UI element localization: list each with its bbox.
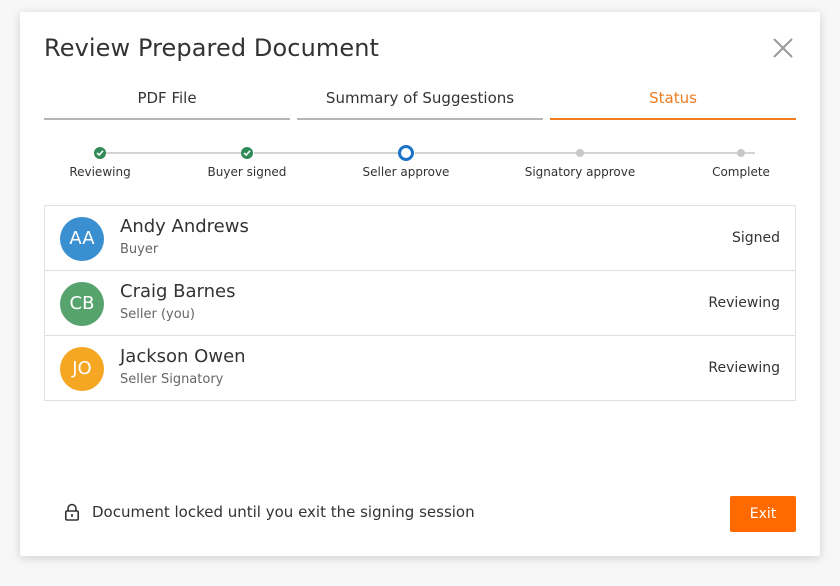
step-label: Complete <box>712 165 770 179</box>
tab-summary-of-suggestions[interactable]: Summary of Suggestions <box>297 88 543 120</box>
participant-status: Reviewing <box>708 360 780 376</box>
lock-notice: Document locked until you exit the signi… <box>92 503 475 521</box>
avatar: JO <box>60 347 104 391</box>
tab-bar: PDF File Summary of Suggestions Status <box>44 88 796 120</box>
participant-status: Reviewing <box>708 295 780 311</box>
participant-role: Buyer <box>120 242 159 257</box>
step-label: Signatory approve <box>524 165 636 179</box>
participant-name: Andy Andrews <box>120 216 249 237</box>
participant-name: Craig Barnes <box>120 281 236 302</box>
participant-status: Signed <box>731 230 780 246</box>
tab-label: PDF File <box>137 89 197 107</box>
check-icon <box>241 147 253 159</box>
check-icon <box>94 147 106 159</box>
tab-underline <box>44 118 290 120</box>
avatar: AA <box>60 217 104 261</box>
list-item: CB Craig Barnes Seller (you) Reviewing <box>45 271 795 336</box>
list-item: AA Andy Andrews Buyer Signed <box>45 206 795 271</box>
current-step-icon <box>398 145 414 161</box>
step-buyer-signed: Buyer signed <box>172 144 322 179</box>
tab-pdf-file[interactable]: PDF File <box>44 88 290 120</box>
participant-role: Seller (you) <box>120 307 195 322</box>
participant-role: Seller Signatory <box>120 372 224 387</box>
exit-button[interactable]: Exit <box>730 496 796 532</box>
pending-step-icon <box>576 149 584 157</box>
tab-underline <box>297 118 543 120</box>
avatar: CB <box>60 282 104 326</box>
step-reviewing: Reviewing <box>25 144 175 179</box>
step-signatory-approve: Signatory approve <box>505 144 655 179</box>
list-item: JO Jackson Owen Seller Signatory Reviewi… <box>45 336 795 400</box>
dialog-title: Review Prepared Document <box>44 34 380 62</box>
pending-step-icon <box>737 149 745 157</box>
tab-label: Status <box>649 89 697 107</box>
participants-list: AA Andy Andrews Buyer Signed CB Craig Ba… <box>44 205 796 401</box>
tab-status[interactable]: Status <box>550 88 796 120</box>
tab-underline <box>550 118 796 120</box>
step-label: Buyer signed <box>207 165 287 179</box>
participant-name: Jackson Owen <box>120 346 246 367</box>
lock-icon <box>64 503 80 521</box>
progress-stepper: Reviewing Buyer signed Seller approve Si… <box>44 144 796 184</box>
step-complete: Complete <box>666 144 816 179</box>
close-button[interactable] <box>770 35 796 61</box>
step-label: Seller approve <box>362 165 450 179</box>
step-seller-approve: Seller approve <box>331 144 481 179</box>
step-label: Reviewing <box>69 165 131 179</box>
tab-label: Summary of Suggestions <box>325 89 515 107</box>
close-icon <box>773 38 793 58</box>
review-document-dialog: Review Prepared Document PDF File Summar… <box>20 12 820 556</box>
